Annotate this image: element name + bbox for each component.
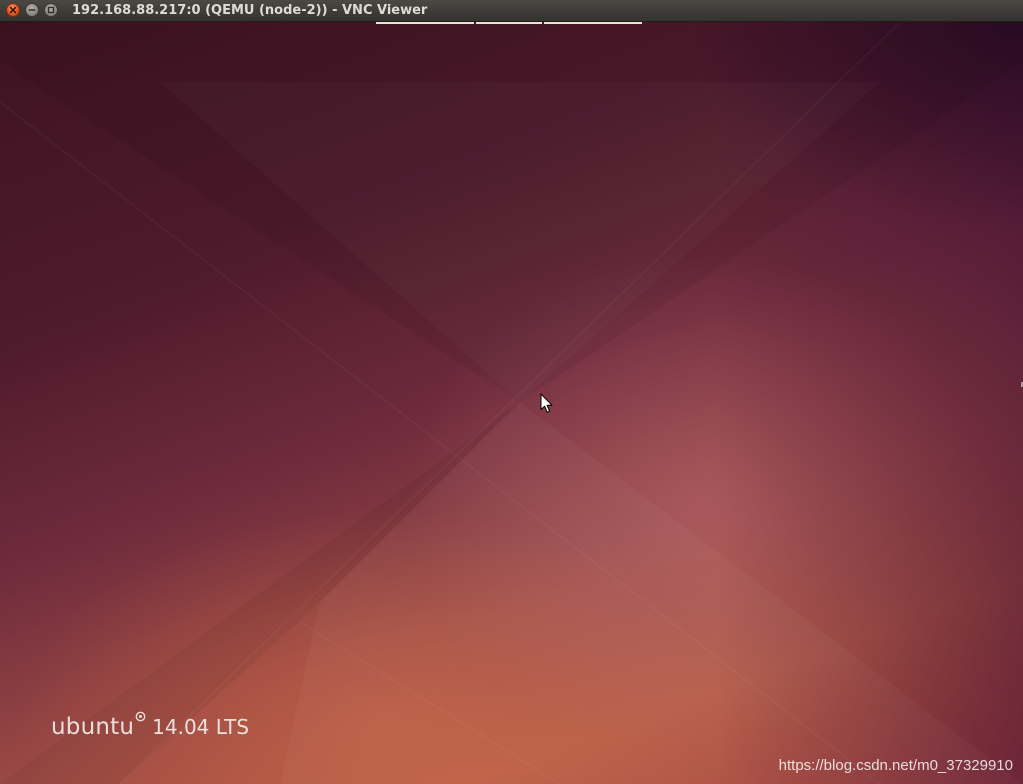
remote-desktop[interactable]: ubuntu 14.04 LTS https://blog.csdn.net/m0… (0, 22, 1023, 784)
watermark-url: https://blog.csdn.net/m0_37329910 (778, 757, 1013, 774)
os-name: ubuntu (51, 714, 135, 740)
ubuntu-logo: ubuntu 14.04 LTS (51, 711, 250, 740)
wallpaper-pattern (0, 22, 1023, 784)
circle-of-friends-icon (135, 707, 146, 726)
maximize-icon (47, 6, 55, 14)
os-version: 14.04 LTS (152, 715, 250, 739)
top-panel-indicator (476, 22, 542, 24)
close-icon (9, 6, 17, 14)
top-panel-indicator (376, 22, 474, 24)
maximize-button[interactable] (44, 3, 58, 17)
minimize-button[interactable] (25, 3, 39, 17)
vnc-viewer-window: 192.168.88.217:0 (QEMU (node-2)) - VNC V… (0, 0, 1023, 784)
mouse-cursor-icon (540, 393, 553, 413)
close-button[interactable] (6, 3, 20, 17)
title-bar[interactable]: 192.168.88.217:0 (QEMU (node-2)) - VNC V… (0, 0, 1023, 22)
top-panel-indicator (544, 22, 642, 24)
window-title: 192.168.88.217:0 (QEMU (node-2)) - VNC V… (72, 3, 428, 18)
minimize-icon (28, 9, 36, 11)
